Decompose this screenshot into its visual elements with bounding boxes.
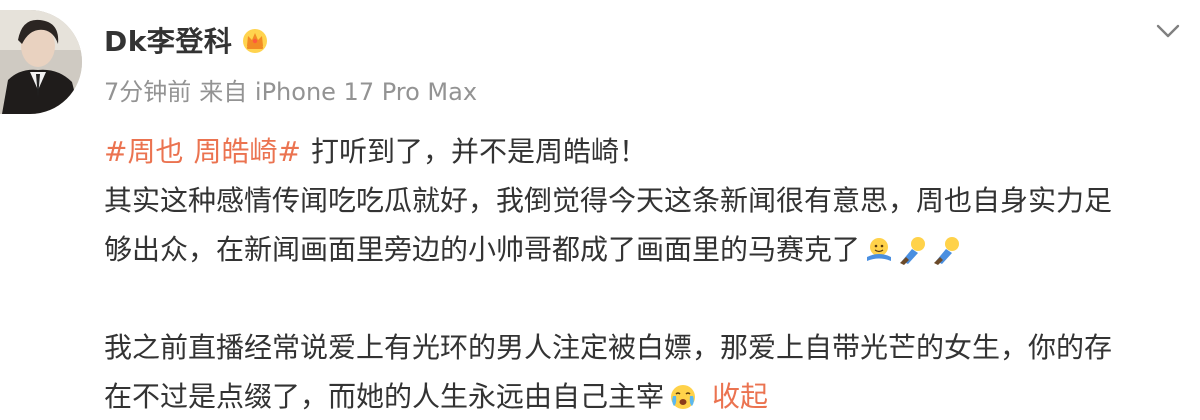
content-text: 我之前直播经常说爱上有光环的男人注定被白嫖，那爱上自带光芒的女生，你的存	[104, 331, 1113, 364]
post-time[interactable]: 7分钟前	[104, 72, 191, 107]
content-line: 在不过是点缀了，而她的人生永远由自己主宰 收起	[104, 372, 1200, 420]
avatar-photo	[0, 10, 82, 114]
content-text: 打听到了，并不是周皓崎！	[310, 135, 647, 168]
post-source: 来自 iPhone 17 Pro Max	[199, 78, 478, 106]
content-text: 在不过是点缀了，而她的人生永远由自己主宰	[104, 380, 665, 413]
bow-emoji-icon	[932, 235, 962, 265]
hug-emoji-icon	[864, 235, 894, 265]
content-text: 其实这种感情传闻吃吃瓜就好，我倒觉得今天这条新闻很有意思，周也自身实力足	[104, 184, 1113, 217]
weibo-post-card: Dk李登科 7分钟前 来自 iPhone 17 Pro Max #周也 周皓崎#…	[0, 0, 1200, 420]
post-meta: 7分钟前 来自 iPhone 17 Pro Max	[104, 72, 477, 107]
content-line: #周也 周皓崎# 打听到了，并不是周皓崎！	[104, 127, 1200, 176]
content-line: 其实这种感情传闻吃吃瓜就好，我倒觉得今天这条新闻很有意思，周也自身实力足	[104, 176, 1200, 225]
topic-link-zhouye[interactable]: #周也	[104, 127, 183, 176]
bow-emoji-icon	[898, 235, 928, 265]
avatar[interactable]	[0, 10, 82, 114]
collapse-link[interactable]: 收起	[712, 372, 768, 420]
chevron-down-icon[interactable]	[1154, 20, 1182, 42]
topic-link-zhouhaoqi[interactable]: 周皓崎#	[193, 127, 300, 176]
content-line: 够出众，在新闻画面里旁边的小帅哥都成了画面里的马赛克了	[104, 225, 1200, 274]
post-header: Dk李登科	[104, 20, 270, 60]
post-content: #周也 周皓崎# 打听到了，并不是周皓崎！ 其实这种感情传闻吃吃瓜就好，我倒觉得…	[104, 127, 1200, 420]
content-text: 够出众，在新闻画面里旁边的小帅哥都成了画面里的马赛克了	[104, 233, 861, 266]
content-line: 我之前直播经常说爱上有光环的男人注定被白嫖，那爱上自带光芒的女生，你的存	[104, 323, 1200, 372]
crown-icon[interactable]	[240, 25, 270, 55]
crying-face-emoji-icon	[668, 382, 698, 412]
username[interactable]: Dk李登科	[104, 20, 232, 60]
